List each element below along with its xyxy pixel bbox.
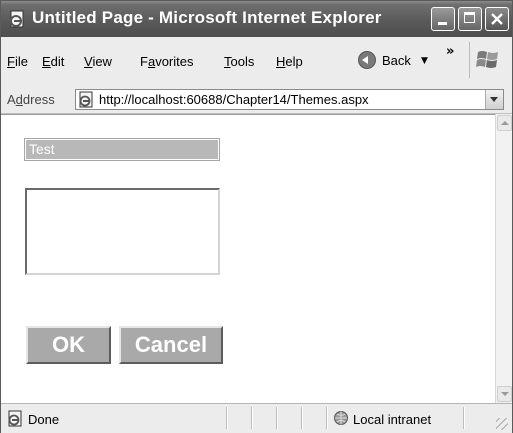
toolbar-overflow-icon[interactable]: » <box>446 44 454 59</box>
scroll-up-button[interactable] <box>497 115 512 131</box>
status-divider <box>226 407 228 429</box>
ie-page-icon <box>79 91 93 108</box>
menu-edit[interactable]: Edit <box>42 54 64 69</box>
address-label: Address <box>7 92 55 107</box>
security-zone-text: Local intranet <box>353 412 432 427</box>
status-text: Done <box>28 412 60 427</box>
address-dropdown-button[interactable] <box>485 90 503 109</box>
menu-view[interactable]: View <box>84 54 112 69</box>
status-divider <box>276 407 278 429</box>
back-arrow-icon <box>358 51 376 69</box>
status-divider <box>326 407 328 429</box>
maximize-icon <box>464 12 475 23</box>
status-divider <box>301 407 303 429</box>
window-title: Untitled Page - Microsoft Internet Explo… <box>32 8 382 27</box>
textbox-2[interactable]: Test <box>25 188 220 275</box>
textbox-2-value: Test <box>31 193 55 208</box>
windows-flag-icon <box>476 51 498 68</box>
menu-file[interactable]: File <box>7 54 28 69</box>
status-divider <box>251 407 253 429</box>
textbox-1[interactable]: Test <box>24 138 220 161</box>
browser-window: Untitled Page - Microsoft Internet Explo… <box>0 0 513 433</box>
resize-grip-icon[interactable] <box>496 418 508 430</box>
cancel-button[interactable]: Cancel <box>119 326 223 364</box>
scroll-down-button[interactable] <box>497 386 512 402</box>
close-icon <box>491 13 503 25</box>
menu-bar: File Edit View Favorites Tools Help Back… <box>1 37 512 88</box>
minimize-icon <box>438 22 447 25</box>
address-bar: Address http://localhost:60688/Chapter14… <box>1 87 512 114</box>
close-button[interactable] <box>485 7 509 31</box>
vertical-scrollbar[interactable] <box>495 114 512 403</box>
back-dropdown-icon[interactable]: ▼ <box>421 56 428 66</box>
ie-page-icon <box>8 410 22 427</box>
minimize-button[interactable] <box>431 7 455 31</box>
ok-button[interactable]: OK <box>26 326 111 364</box>
address-url: http://localhost:60688/Chapter14/Themes.… <box>99 92 369 107</box>
windows-logo <box>469 42 504 78</box>
ie-page-icon <box>10 10 24 28</box>
back-label: Back <box>382 53 411 68</box>
address-input[interactable]: http://localhost:60688/Chapter14/Themes.… <box>75 89 504 110</box>
status-bar: Done Local intranet <box>1 403 512 433</box>
menu-tools[interactable]: Tools <box>224 54 254 69</box>
menu-help[interactable]: Help <box>276 54 303 69</box>
page-content: Test Test OK Cancel <box>1 114 495 403</box>
intranet-globe-icon <box>334 411 348 425</box>
status-divider <box>463 407 465 429</box>
title-bar[interactable]: Untitled Page - Microsoft Internet Explo… <box>1 1 512 37</box>
menu-favorites[interactable]: Favorites <box>140 54 193 69</box>
maximize-button[interactable] <box>458 7 482 31</box>
